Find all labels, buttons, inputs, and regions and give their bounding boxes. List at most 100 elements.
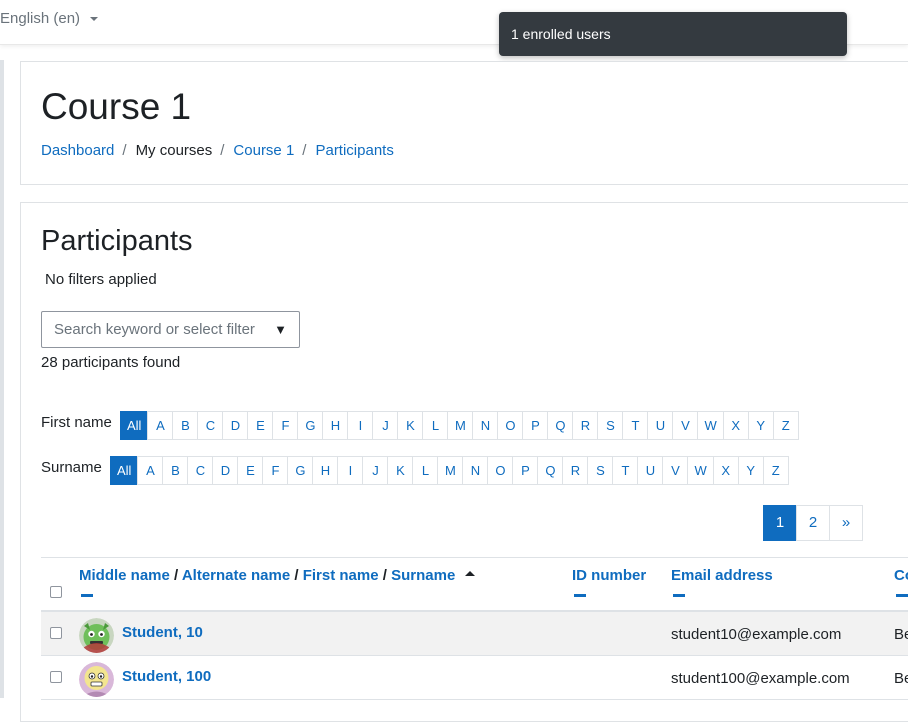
sort-first-name[interactable]: First name	[303, 567, 379, 584]
firstname-initial-w[interactable]: W	[697, 411, 724, 440]
firstname-initial-v[interactable]: V	[672, 411, 699, 440]
surname-initial-j[interactable]: J	[362, 456, 389, 485]
email-column-header[interactable]: Email address	[671, 567, 773, 584]
surname-initial-i[interactable]: I	[337, 456, 364, 485]
surname-initial-y[interactable]: Y	[737, 456, 764, 485]
firstname-initial-z[interactable]: Z	[772, 411, 799, 440]
firstname-initial-f[interactable]: F	[272, 411, 299, 440]
surname-initial-z[interactable]: Z	[762, 456, 789, 485]
toast-notification: 1 enrolled users	[499, 12, 847, 56]
firstname-initial-a[interactable]: A	[147, 411, 174, 440]
breadcrumb-participants[interactable]: Participants	[315, 142, 393, 159]
firstname-initial-s[interactable]: S	[597, 411, 624, 440]
breadcrumb-course[interactable]: Course 1	[233, 142, 294, 159]
firstname-initials-label: First name	[41, 414, 112, 431]
collapse-icon[interactable]	[673, 594, 685, 597]
breadcrumb-my-courses: My courses	[135, 142, 213, 159]
firstname-initial-k[interactable]: K	[397, 411, 424, 440]
surname-initial-s[interactable]: S	[587, 456, 614, 485]
page-button-1[interactable]: 1	[763, 505, 797, 541]
firstname-initial-q[interactable]: Q	[547, 411, 574, 440]
surname-initial-b[interactable]: B	[162, 456, 189, 485]
surname-initial-f[interactable]: F	[262, 456, 289, 485]
surname-initial-c[interactable]: C	[187, 456, 214, 485]
user-next-column: Be	[894, 626, 908, 643]
row-checkbox[interactable]	[50, 627, 62, 639]
collapse-icon[interactable]	[574, 594, 586, 597]
surname-initial-h[interactable]: H	[312, 456, 339, 485]
search-filter-input[interactable]: Search keyword or select filter ▼	[41, 311, 300, 348]
pagination: 1 2»	[763, 505, 863, 541]
id-number-column-header[interactable]: ID number	[572, 567, 646, 584]
surname-initial-k[interactable]: K	[387, 456, 414, 485]
collapse-icon[interactable]	[896, 594, 908, 597]
surname-initial-p[interactable]: P	[512, 456, 539, 485]
firstname-initial-u[interactable]: U	[647, 411, 674, 440]
surname-initial-a[interactable]: A	[137, 456, 164, 485]
surname-initial-all[interactable]: All	[110, 456, 139, 485]
row-checkbox[interactable]	[50, 671, 62, 683]
surname-initial-m[interactable]: M	[437, 456, 464, 485]
sort-middle-name[interactable]: Middle name	[79, 567, 170, 584]
firstname-initial-all[interactable]: All	[120, 411, 149, 440]
firstname-initial-j[interactable]: J	[372, 411, 399, 440]
language-menu[interactable]: English (en)	[0, 10, 99, 27]
next-page-button[interactable]: »	[829, 505, 863, 541]
firstname-initial-g[interactable]: G	[297, 411, 324, 440]
firstname-initial-b[interactable]: B	[172, 411, 199, 440]
firstname-initial-n[interactable]: N	[472, 411, 499, 440]
participants-table: Middle name / Alternate name / First nam…	[41, 557, 908, 700]
firstname-initials-bar: All A B C D E F G H I J K L M N O P Q R S T U V W X Y Z	[120, 411, 799, 440]
dropdown-arrow-icon[interactable]: ▼	[274, 322, 287, 337]
surname-initial-d[interactable]: D	[212, 456, 239, 485]
page-button-2[interactable]: 2	[796, 505, 830, 541]
surname-initial-v[interactable]: V	[662, 456, 689, 485]
surname-initial-x[interactable]: X	[712, 456, 739, 485]
firstname-initial-p[interactable]: P	[522, 411, 549, 440]
filter-status: No filters applied	[45, 271, 157, 288]
surname-initial-g[interactable]: G	[287, 456, 314, 485]
name-column-header: Middle name / Alternate name / First nam…	[79, 567, 476, 584]
user-email: student10@example.com	[671, 626, 842, 643]
surname-initials-label: Surname	[41, 459, 102, 476]
sort-alternate-name[interactable]: Alternate name	[182, 567, 290, 584]
surname-initial-w[interactable]: W	[687, 456, 714, 485]
surname-initial-n[interactable]: N	[462, 456, 489, 485]
user-name-link[interactable]: Student, 10	[122, 624, 203, 641]
search-placeholder: Search keyword or select filter	[54, 321, 255, 338]
surname-initial-e[interactable]: E	[237, 456, 264, 485]
surname-initial-q[interactable]: Q	[537, 456, 564, 485]
avatar[interactable]	[79, 662, 114, 697]
firstname-initial-y[interactable]: Y	[747, 411, 774, 440]
firstname-initial-l[interactable]: L	[422, 411, 449, 440]
user-email: student100@example.com	[671, 670, 850, 687]
table-row: Student, 100 student100@example.com Be	[41, 656, 908, 700]
breadcrumb: Dashboard / My courses / Course 1 / Part…	[41, 142, 394, 159]
firstname-initial-e[interactable]: E	[247, 411, 274, 440]
surname-initial-t[interactable]: T	[612, 456, 639, 485]
select-all-checkbox[interactable]	[50, 586, 62, 598]
user-name-link[interactable]: Student, 100	[122, 668, 211, 685]
breadcrumb-dashboard[interactable]: Dashboard	[41, 142, 114, 159]
next-column-header[interactable]: Co	[894, 567, 908, 584]
collapse-icon[interactable]	[81, 594, 93, 597]
sort-ascending-icon	[465, 571, 476, 576]
surname-initial-o[interactable]: O	[487, 456, 514, 485]
firstname-initial-d[interactable]: D	[222, 411, 249, 440]
firstname-initial-x[interactable]: X	[722, 411, 749, 440]
page-title: Course 1	[41, 86, 192, 127]
surname-initial-l[interactable]: L	[412, 456, 439, 485]
surname-initial-u[interactable]: U	[637, 456, 664, 485]
firstname-initial-t[interactable]: T	[622, 411, 649, 440]
firstname-initial-c[interactable]: C	[197, 411, 224, 440]
firstname-initial-r[interactable]: R	[572, 411, 599, 440]
participants-panel: Participants No filters applied Search k…	[20, 202, 908, 722]
surname-initial-r[interactable]: R	[562, 456, 589, 485]
firstname-initial-h[interactable]: H	[322, 411, 349, 440]
firstname-initial-i[interactable]: I	[347, 411, 374, 440]
firstname-initial-m[interactable]: M	[447, 411, 474, 440]
avatar[interactable]	[79, 618, 114, 653]
sort-surname[interactable]: Surname	[391, 567, 455, 584]
toast-message: 1 enrolled users	[511, 26, 611, 42]
firstname-initial-o[interactable]: O	[497, 411, 524, 440]
